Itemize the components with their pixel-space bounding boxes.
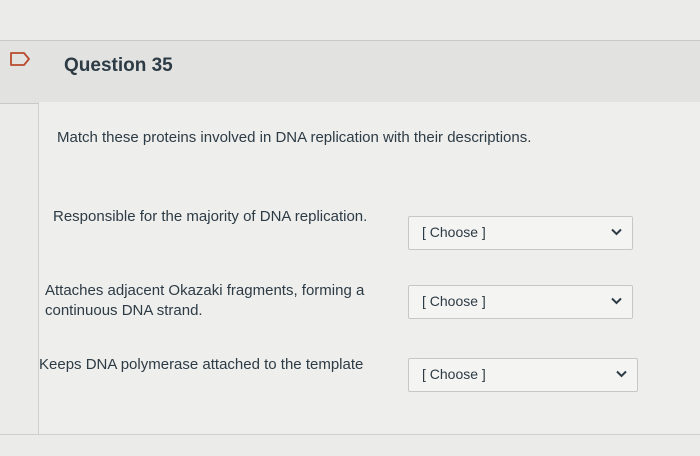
question-instructions: Match these proteins involved in DNA rep… — [57, 129, 532, 146]
flag-icon[interactable] — [9, 51, 31, 67]
match-select-2-value: [ Choose ] — [422, 293, 486, 309]
match-select-1[interactable]: [ Choose ] — [408, 216, 633, 250]
match-prompt-3-line-1: Keeps DNA polymerase attached to the tem… — [39, 356, 364, 373]
match-prompt-1: Responsible for the majority of DNA repl… — [53, 207, 367, 227]
match-prompt-2-line-1: Attaches adjacent Okazaki fragments, for… — [45, 282, 365, 299]
match-select-2[interactable]: [ Choose ] — [408, 285, 633, 319]
question-footer-divider — [0, 434, 700, 435]
question-title: Question 35 — [64, 55, 173, 76]
match-select-3-value: [ Choose ] — [422, 366, 486, 382]
match-prompt-1-line-1: Responsible for the majority of DNA repl… — [53, 208, 368, 225]
match-prompt-2: Attaches adjacent Okazaki fragments, for… — [45, 281, 364, 321]
chevron-down-icon — [611, 297, 622, 305]
chevron-down-icon — [611, 228, 622, 236]
match-select-1-value: [ Choose ] — [422, 224, 486, 240]
match-prompt-3: Keeps DNA polymerase attached to the tem… — [39, 355, 363, 375]
match-prompt-2-line-2: continuous DNA strand. — [45, 302, 203, 319]
chevron-down-icon — [616, 370, 627, 378]
match-select-3[interactable]: [ Choose ] — [408, 358, 638, 392]
